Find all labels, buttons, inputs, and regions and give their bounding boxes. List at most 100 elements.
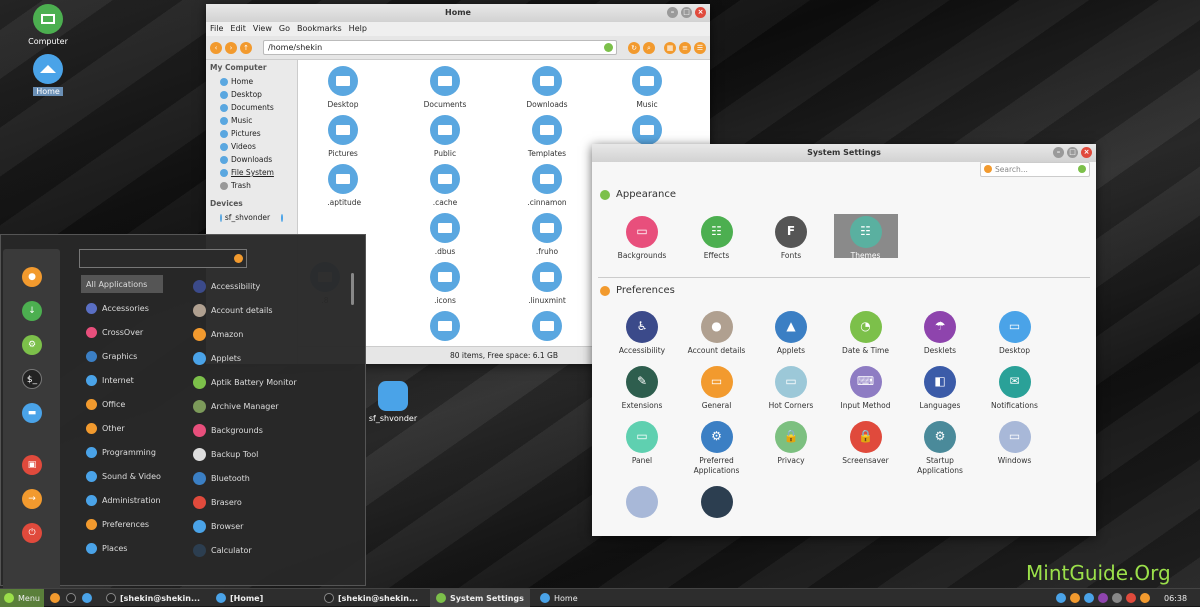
- task-terminal-2[interactable]: [shekin@shekin...: [324, 589, 418, 607]
- folder-item[interactable]: Templates: [512, 115, 582, 158]
- close-button[interactable]: ×: [1081, 147, 1092, 158]
- launcher-terminal[interactable]: [66, 589, 76, 607]
- settings-item[interactable]: ☷ Effects: [677, 216, 757, 261]
- menu-app-item[interactable]: Aptik Battery Monitor: [193, 373, 297, 391]
- window-titlebar[interactable]: Home – □ ×: [206, 4, 710, 22]
- settings-item[interactable]: ▲ Applets: [751, 311, 831, 356]
- desktop-icon-computer[interactable]: Computer: [18, 4, 78, 46]
- minimize-button[interactable]: –: [1053, 147, 1064, 158]
- task-terminal-1[interactable]: [shekin@shekin...: [106, 589, 200, 607]
- eject-icon[interactable]: [281, 213, 283, 222]
- folder-item[interactable]: Downloads: [512, 66, 582, 109]
- search-button[interactable]: ⌕: [643, 41, 655, 54]
- settings-item[interactable]: [602, 486, 682, 521]
- settings-item[interactable]: ✉ Notifications: [975, 366, 1055, 411]
- folder-item[interactable]: .cinnamon: [512, 164, 582, 207]
- compact-view-button[interactable]: ☰: [694, 41, 706, 54]
- menu-file[interactable]: File: [210, 22, 223, 36]
- sidebar-item-pictures[interactable]: Pictures: [206, 127, 297, 140]
- menu-app-item[interactable]: Amazon: [193, 325, 243, 343]
- sidebar-item-device[interactable]: sf_shvonder: [206, 211, 297, 224]
- maximize-button[interactable]: □: [681, 7, 692, 18]
- task-home[interactable]: Home: [540, 589, 578, 607]
- menu-category[interactable]: Administration: [81, 491, 163, 509]
- power-icon[interactable]: ⏻: [22, 523, 42, 543]
- up-button[interactable]: ↑: [240, 41, 252, 54]
- task-home-minimized[interactable]: [Home]: [216, 589, 263, 607]
- desktop-icon-home[interactable]: Home: [18, 54, 78, 96]
- forward-button[interactable]: ›: [225, 41, 237, 54]
- folder-item[interactable]: .aptitude: [308, 164, 378, 207]
- menu-app-item[interactable]: Account details: [193, 301, 273, 319]
- settings-item[interactable]: ▭ General: [677, 366, 757, 411]
- settings-item[interactable]: ● Account details: [677, 311, 757, 356]
- sidebar-item-home[interactable]: Home: [206, 75, 297, 88]
- folder-item[interactable]: .linuxmint: [512, 262, 582, 305]
- folder-item[interactable]: Documents: [410, 66, 480, 109]
- close-button[interactable]: ×: [695, 7, 706, 18]
- settings-item[interactable]: ⌨ Input Method: [826, 366, 906, 411]
- menu-category[interactable]: All Applications: [81, 275, 163, 293]
- menu-category[interactable]: Graphics: [81, 347, 163, 365]
- settings-icon[interactable]: ⚙: [22, 335, 42, 355]
- tray-icon[interactable]: [1112, 593, 1122, 603]
- logout-icon[interactable]: →: [22, 489, 42, 509]
- icon-view-button[interactable]: ▦: [664, 41, 676, 54]
- list-view-button[interactable]: ≡: [679, 41, 691, 54]
- menu-app-item[interactable]: Bluetooth: [193, 469, 250, 487]
- menu-category[interactable]: Internet: [81, 371, 163, 389]
- settings-item[interactable]: [677, 486, 757, 521]
- tray-icon[interactable]: [1070, 593, 1080, 603]
- sidebar-item-trash[interactable]: Trash: [206, 179, 297, 192]
- settings-item[interactable]: ▭ Backgrounds: [602, 216, 682, 261]
- menu-category[interactable]: Accessories: [81, 299, 163, 317]
- lock-icon[interactable]: ▣: [22, 455, 42, 475]
- menu-view[interactable]: View: [253, 22, 272, 36]
- menu-category[interactable]: CrossOver: [81, 323, 163, 341]
- firefox-icon[interactable]: ●: [22, 267, 42, 287]
- menu-help[interactable]: Help: [349, 22, 367, 36]
- menu-button[interactable]: Menu: [0, 589, 44, 607]
- settings-item[interactable]: ▭ Panel: [602, 421, 682, 466]
- settings-item[interactable]: ☷ Themes: [826, 216, 906, 261]
- settings-item[interactable]: F Fonts: [751, 216, 831, 261]
- settings-item[interactable]: ▭ Desktop: [975, 311, 1055, 356]
- menu-bookmarks[interactable]: Bookmarks: [297, 22, 342, 36]
- settings-item[interactable]: ✎ Extensions: [602, 366, 682, 411]
- settings-item[interactable]: ◔ Date & Time: [826, 311, 906, 356]
- menu-scrollbar[interactable]: [351, 273, 354, 305]
- tray-icon[interactable]: [1140, 593, 1150, 603]
- menu-search-input[interactable]: [79, 249, 247, 268]
- sidebar-item-documents[interactable]: Documents: [206, 101, 297, 114]
- settings-item[interactable]: ☂ Desklets: [900, 311, 980, 356]
- minimize-button[interactable]: –: [667, 7, 678, 18]
- back-button[interactable]: ‹: [210, 41, 222, 54]
- tray-icon[interactable]: [1098, 593, 1108, 603]
- folder-item[interactable]: Pictures: [308, 115, 378, 158]
- settings-item[interactable]: ♿ Accessibility: [602, 311, 682, 356]
- tray-icon[interactable]: [1084, 593, 1094, 603]
- folder-item[interactable]: .dbus: [410, 213, 480, 256]
- settings-item[interactable]: ⚙ Preferred Applications: [677, 421, 757, 476]
- menu-app-item[interactable]: Backup Tool: [193, 445, 258, 463]
- launcher-firefox[interactable]: [50, 589, 60, 607]
- menu-app-item[interactable]: Accessibility: [193, 277, 260, 295]
- folder-item[interactable]: Public: [410, 115, 480, 158]
- settings-item[interactable]: ▭ Hot Corners: [751, 366, 831, 411]
- menu-app-item[interactable]: Calculator: [193, 541, 252, 559]
- sidebar-item-desktop[interactable]: Desktop: [206, 88, 297, 101]
- maximize-button[interactable]: □: [1067, 147, 1078, 158]
- menu-app-item[interactable]: Backgrounds: [193, 421, 263, 439]
- reload-button[interactable]: ↻: [628, 41, 640, 54]
- menu-go[interactable]: Go: [279, 22, 290, 36]
- launcher-files[interactable]: [82, 589, 92, 607]
- download-icon[interactable]: ↓: [22, 301, 42, 321]
- sidebar-item-file-system[interactable]: File System: [206, 166, 297, 179]
- menu-category[interactable]: Other: [81, 419, 163, 437]
- sidebar-item-music[interactable]: Music: [206, 114, 297, 127]
- tray-icon[interactable]: [1126, 593, 1136, 603]
- menu-category[interactable]: Places: [81, 539, 163, 557]
- settings-item[interactable]: ▭ Windows: [975, 421, 1055, 466]
- clear-icon[interactable]: [1078, 165, 1086, 173]
- menu-app-item[interactable]: Brasero: [193, 493, 242, 511]
